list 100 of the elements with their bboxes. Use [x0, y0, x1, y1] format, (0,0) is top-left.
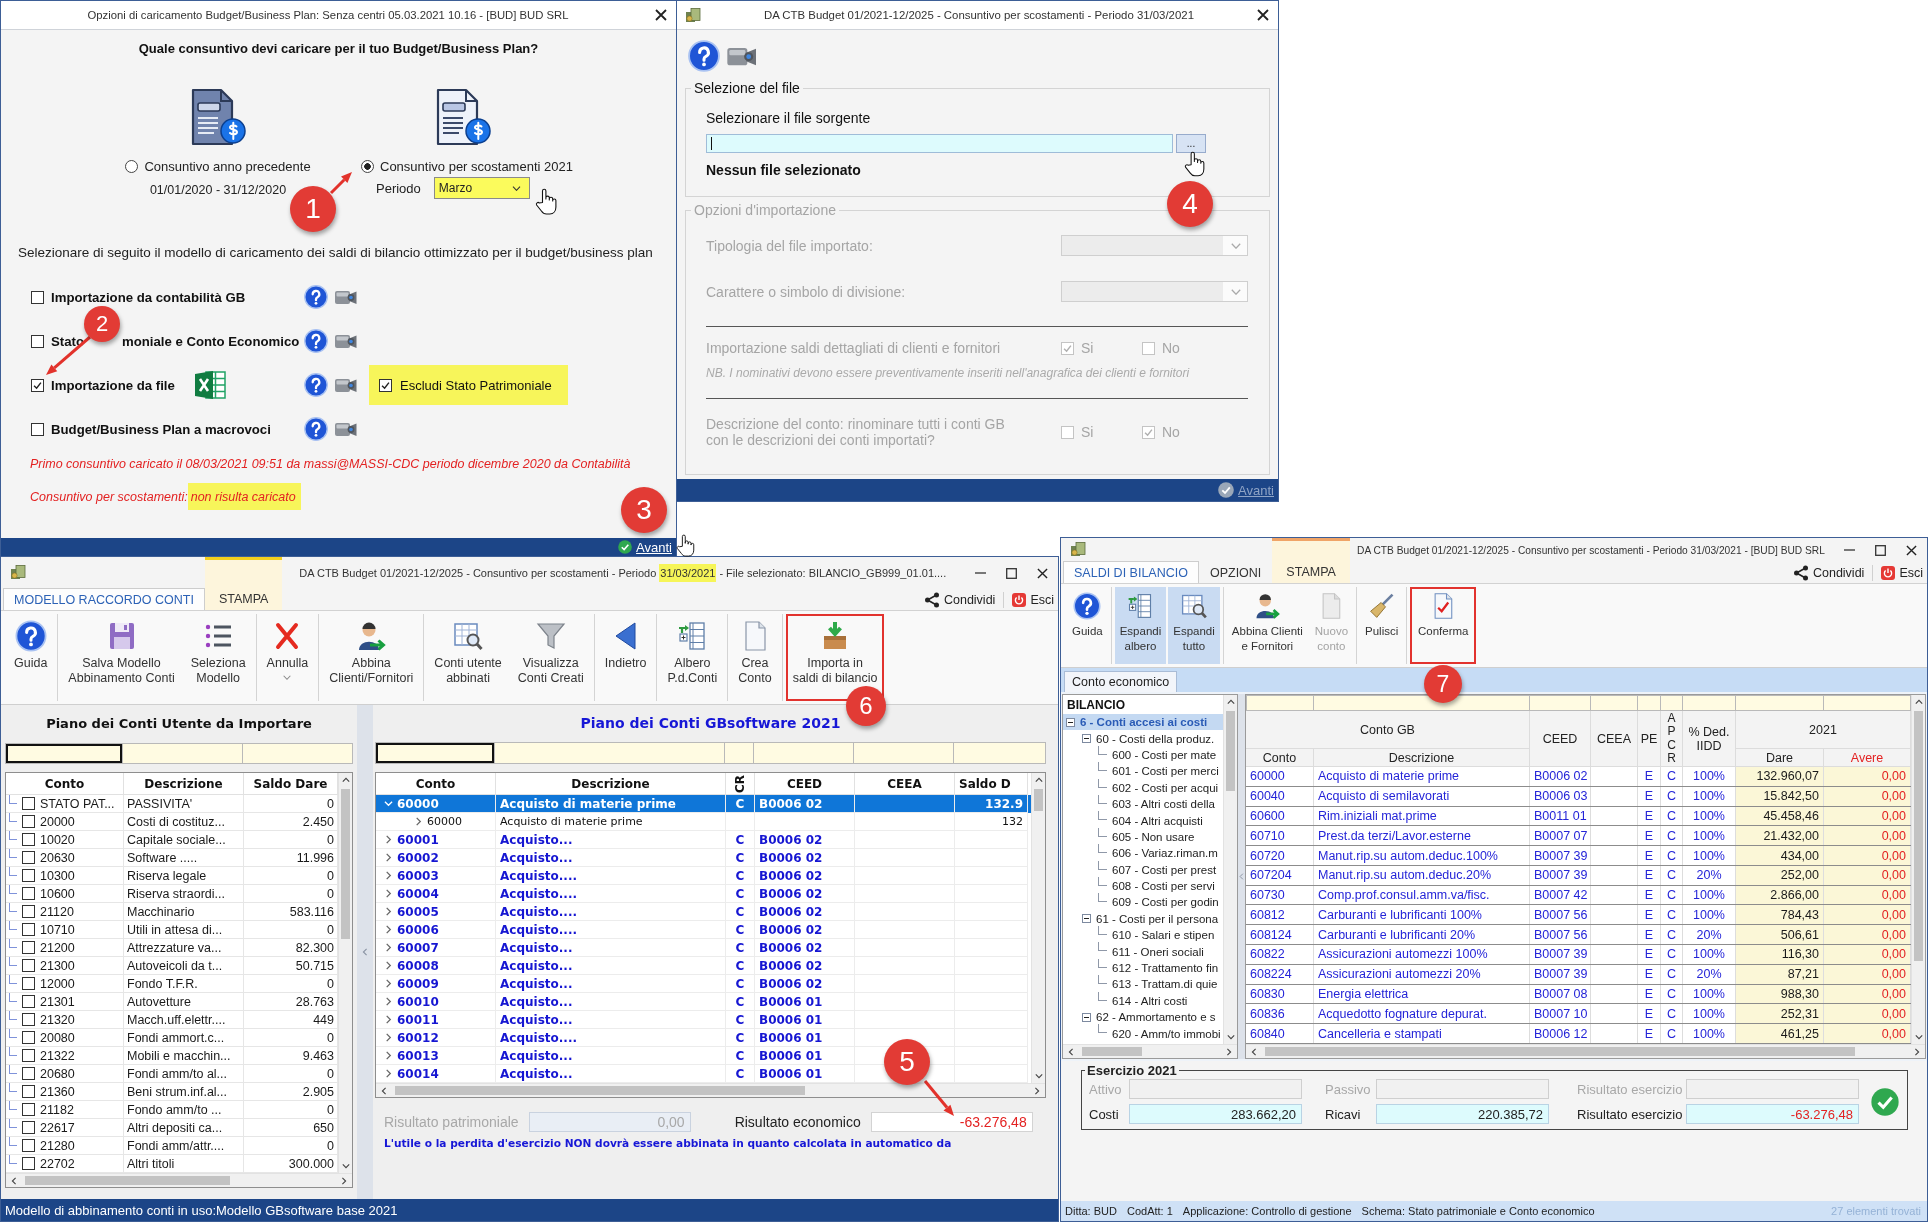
table-row[interactable]: 60001 Acquisto... C B0006 02: [376, 831, 1031, 849]
money-stack-icon[interactable]: [1070, 541, 1086, 557]
scroll-right-icon[interactable]: [1225, 1047, 1233, 1056]
filter-field[interactable]: [1246, 695, 1314, 711]
horizontal-scrollbar[interactable]: [1246, 1044, 1925, 1058]
toolbar-button[interactable]: Guida: [1067, 587, 1108, 664]
table-row[interactable]: 60002 Acquisto... C B0006 02: [376, 849, 1031, 867]
checkbox[interactable]: [22, 1013, 35, 1026]
scroll-left-icon[interactable]: [1250, 1047, 1258, 1056]
table-row[interactable]: 60009 Acquisto... C B0006 02: [376, 975, 1031, 993]
column-header[interactable]: Conto: [1246, 749, 1314, 767]
help-icon[interactable]: [304, 329, 328, 353]
chevron-right-icon[interactable]: [384, 1051, 393, 1060]
column-header[interactable]: CR: [726, 773, 755, 795]
toolbar-button[interactable]: Seleziona Modello: [183, 614, 253, 701]
radio-button[interactable]: [125, 159, 139, 173]
chevron-right-icon[interactable]: [384, 943, 393, 952]
vertical-scrollbar[interactable]: [1031, 773, 1045, 1083]
scroll-thumb[interactable]: [341, 789, 350, 939]
help-icon[interactable]: [304, 373, 328, 397]
filter-field[interactable]: [954, 742, 1046, 764]
chevron-right-icon[interactable]: [384, 907, 393, 916]
chevron-right-icon[interactable]: [384, 889, 393, 898]
table-row[interactable]: 60006 Acquisto.... C B0006 02: [376, 921, 1031, 939]
tree-item[interactable]: 614 - Altri costi: [1063, 992, 1223, 1010]
checkbox[interactable]: [31, 422, 44, 436]
tree-item[interactable]: 6 - Conti accesi ai costi: [1063, 714, 1223, 731]
table-row[interactable]: 60012 Acquisto.... C B0006 01: [376, 1029, 1031, 1047]
chevron-down-icon[interactable]: [384, 799, 393, 808]
scroll-right-icon[interactable]: [1913, 1047, 1921, 1056]
value-field[interactable]: -63.276,48: [1686, 1104, 1859, 1124]
scroll-thumb[interactable]: [1265, 1047, 1855, 1056]
column-header[interactable]: CEED: [755, 773, 855, 795]
filter-field[interactable]: [1591, 695, 1638, 711]
chevron-right-icon[interactable]: [384, 1015, 393, 1024]
toolbar-button[interactable]: Annulla: [259, 614, 316, 701]
table-row[interactable]: 60008 Acquisto... C B0006 02: [376, 957, 1031, 975]
tree-item[interactable]: 610 - Salari e stipen: [1063, 927, 1223, 944]
scroll-down-icon[interactable]: [1034, 1072, 1043, 1080]
chevron-right-icon[interactable]: [384, 853, 393, 862]
toolbar-button[interactable]: Visualizza Conti Creati: [510, 614, 591, 701]
checkbox[interactable]: [22, 905, 35, 918]
next-link[interactable]: Avanti: [618, 539, 672, 555]
tree-item[interactable]: 61 - Costi per il persona: [1063, 910, 1223, 928]
minus-box-icon[interactable]: [1066, 717, 1075, 727]
filter-field[interactable]: [725, 742, 754, 764]
column-header[interactable]: Conto: [376, 773, 496, 795]
filter-field[interactable]: [375, 742, 495, 764]
ribbon-tab[interactable]: SALDI DI BILANCIO: [1063, 561, 1199, 583]
column-header[interactable]: APCR: [1661, 711, 1683, 767]
tree-item[interactable]: 620 - Amm/to immobi: [1063, 1025, 1223, 1042]
scroll-left-icon[interactable]: [1067, 1047, 1075, 1056]
toolbar-button[interactable]: Conti utente abbinati: [427, 614, 509, 701]
tree-item[interactable]: 60 - Costi della produz.: [1063, 730, 1223, 747]
table-row[interactable]: 60005 Acquisto.... C B0006 02: [376, 903, 1031, 921]
tree-item[interactable]: 613 - Trattam.di quie: [1063, 976, 1223, 993]
ribbon-tab[interactable]: STAMPA: [204, 557, 283, 610]
column-header[interactable]: Conto: [6, 773, 124, 795]
table-row[interactable]: 60004 Acquisto.... C B0006 02: [376, 885, 1031, 903]
scroll-down-icon[interactable]: [1226, 1033, 1235, 1041]
toolbar-button[interactable]: Abbina Clienti e Fornitori: [1226, 587, 1308, 664]
scroll-up-icon[interactable]: [1034, 776, 1043, 784]
radio-button[interactable]: [361, 159, 374, 173]
toolbar-button[interactable]: Albero P.d.Conti: [660, 614, 725, 701]
chevron-right-icon[interactable]: [384, 997, 393, 1006]
result-field[interactable]: -63.276,48: [870, 1112, 1033, 1132]
checkbox[interactable]: [22, 851, 35, 864]
chevron-right-icon[interactable]: [414, 817, 423, 826]
maximize-icon[interactable]: [1006, 567, 1017, 579]
money-stack-icon[interactable]: [685, 7, 701, 23]
option-label[interactable]: Importazione da contabilità GB: [51, 289, 246, 305]
tree-item[interactable]: 611 - Oneri sociali: [1063, 943, 1223, 960]
chevron-right-icon[interactable]: [384, 1033, 393, 1042]
filter-field[interactable]: [1638, 695, 1661, 711]
checkbox[interactable]: [31, 334, 44, 348]
horizontal-scrollbar[interactable]: [1063, 1044, 1237, 1058]
scroll-down-icon[interactable]: [1914, 1033, 1923, 1041]
radio-label[interactable]: Consuntivo anno precedente: [144, 158, 311, 174]
filter-field[interactable]: [243, 743, 353, 764]
file-path-field[interactable]: [706, 134, 1173, 153]
column-header[interactable]: Descrizione: [496, 773, 726, 795]
column-header[interactable]: CEEA: [1591, 711, 1638, 767]
column-header[interactable]: Descrizione: [124, 773, 244, 795]
help-icon[interactable]: [304, 417, 328, 441]
value-field[interactable]: 283.662,20: [1129, 1104, 1302, 1124]
checkbox[interactable]: [22, 1067, 35, 1080]
chevron-right-icon[interactable]: [384, 961, 393, 970]
scroll-up-icon[interactable]: [341, 776, 350, 784]
checkbox[interactable]: [22, 959, 35, 972]
option-label[interactable]: Escludi Stato Patrimoniale: [400, 377, 552, 393]
help-icon[interactable]: [688, 40, 720, 72]
column-header[interactable]: PE: [1638, 711, 1661, 767]
toolbar-button[interactable]: Guida: [7, 614, 55, 701]
chevron-right-icon[interactable]: [384, 835, 393, 844]
ribbon-tab[interactable]: OPZIONI: [1198, 561, 1273, 583]
checkbox[interactable]: [22, 977, 35, 990]
column-header[interactable]: % Ded. IIDD: [1683, 711, 1736, 767]
tree-item[interactable]: 607 - Costi per prest: [1063, 861, 1223, 878]
checkbox[interactable]: [22, 1157, 35, 1170]
ribbon-tab[interactable]: MODELLO RACCORDO CONTI: [3, 588, 205, 610]
